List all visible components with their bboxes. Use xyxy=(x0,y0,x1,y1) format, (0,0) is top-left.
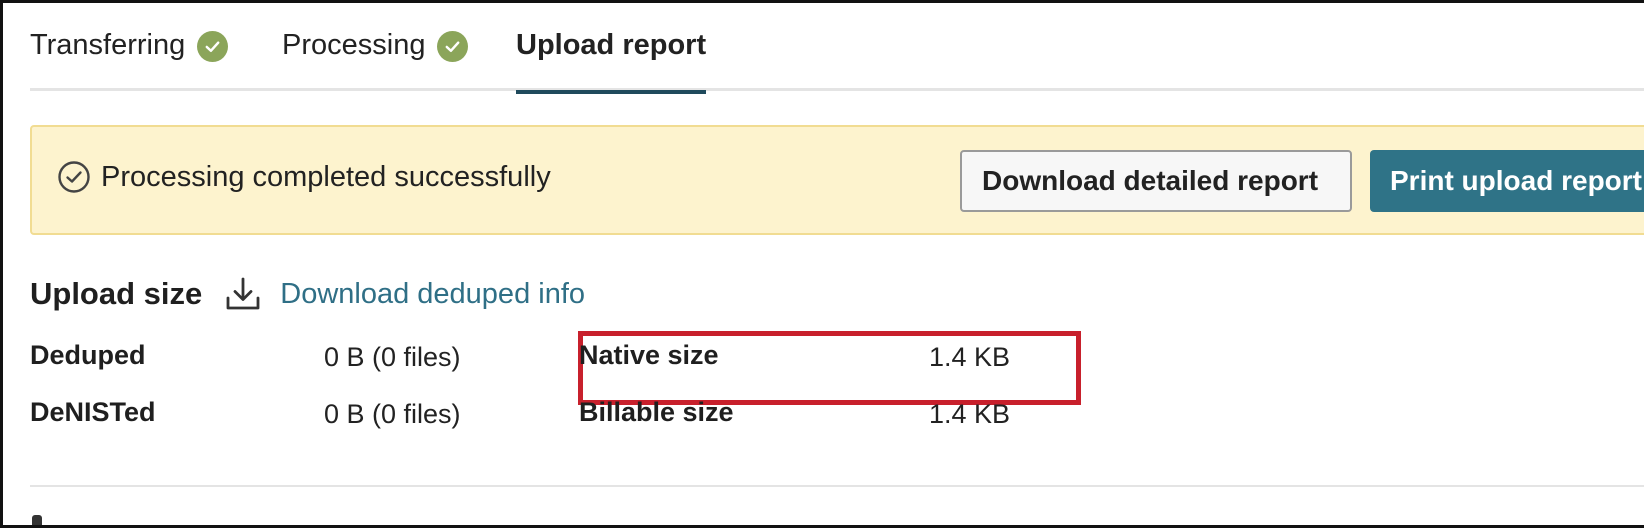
banner-message: Processing completed successfully xyxy=(101,160,551,193)
tab-transferring[interactable]: Transferring xyxy=(30,29,229,91)
stat-value-deduped: 0 B (0 files) xyxy=(324,342,461,372)
stat-label-deduped: Deduped xyxy=(30,340,146,370)
check-icon xyxy=(437,31,469,62)
progress-tabs: Transferring Processing Upload report xyxy=(30,3,1644,94)
tab-label: Upload report xyxy=(516,29,707,61)
stat-value-billable-size: 1.4 KB xyxy=(929,399,1011,429)
stat-value-denisted: 0 B (0 files) xyxy=(324,399,461,429)
stat-label-denisted: DeNISTed xyxy=(30,397,156,427)
section-divider xyxy=(30,485,1644,487)
tab-upload-report[interactable]: Upload report xyxy=(516,29,707,94)
upload-report-panel: Transferring Processing Upload report Pr… xyxy=(0,0,1644,528)
banner-status: Processing completed successfully xyxy=(57,160,551,194)
download-icon[interactable] xyxy=(224,275,262,313)
section-title: Upload size xyxy=(30,276,203,311)
stat-value-native-size: 1.4 KB xyxy=(929,342,1011,372)
stat-label-native-size: Native size xyxy=(579,340,719,370)
cropped-content-fragment xyxy=(32,515,42,525)
check-icon xyxy=(197,31,229,62)
print-upload-report-button[interactable]: Print upload report xyxy=(1370,150,1644,212)
upload-size-header: Upload size Download deduped info xyxy=(30,271,585,317)
check-circle-icon xyxy=(58,161,90,193)
tab-label: Processing xyxy=(282,29,426,61)
download-detailed-report-button[interactable]: Download detailed report xyxy=(960,150,1352,212)
download-deduped-info-link[interactable]: Download deduped info xyxy=(280,278,585,311)
tab-label: Transferring xyxy=(30,29,186,61)
success-banner: Processing completed successfully Downlo… xyxy=(30,125,1644,235)
tab-processing[interactable]: Processing xyxy=(282,29,469,91)
stat-label-billable-size: Billable size xyxy=(579,397,734,427)
